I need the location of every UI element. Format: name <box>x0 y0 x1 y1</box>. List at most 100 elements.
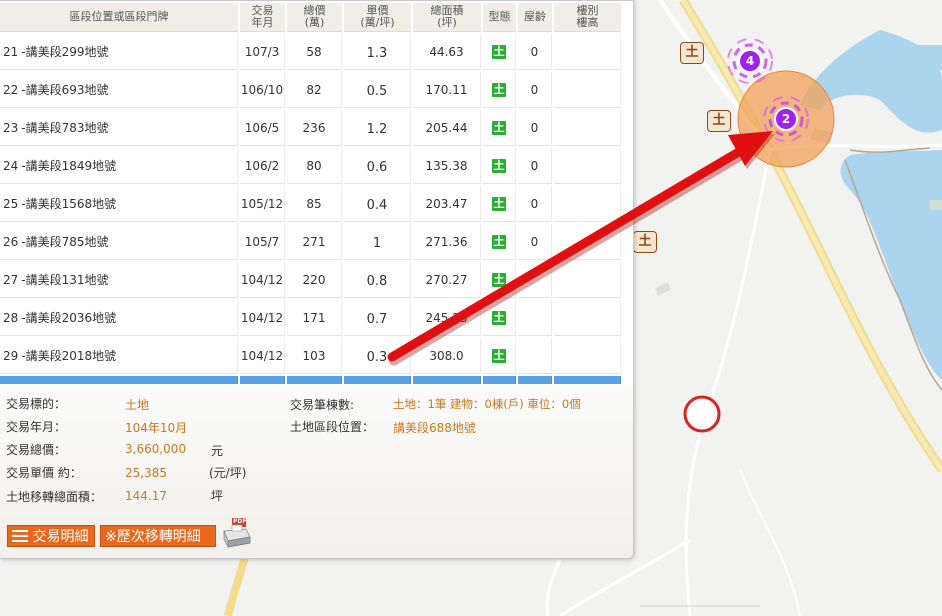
row-floor <box>554 224 621 260</box>
row-area: 170.11 <box>413 72 481 108</box>
column-header: 總面積 (坪) <box>413 3 481 32</box>
land-type-icon: 土 <box>492 45 506 59</box>
row-unit-price: 0.4 <box>344 186 411 222</box>
table-row[interactable]: 23 -講美段783地號 106/5 236 1.2 205.44 土 0 <box>0 110 621 146</box>
row-age: 0 <box>518 186 552 222</box>
row-age <box>518 300 552 336</box>
row-date: 106/2 <box>240 148 285 184</box>
row-floor <box>554 186 621 222</box>
land-marker-icon[interactable]: 土 <box>633 231 657 253</box>
row-number: 29 <box>3 349 19 363</box>
land-type-icon: 土 <box>492 159 506 173</box>
row-area: 308.0 <box>413 338 481 374</box>
row-type: 土 <box>483 262 516 298</box>
area-label: 土地移轉總面積： <box>6 490 103 504</box>
table-row[interactable]: 28 -講美段2036地號 104/12 171 0.7 245.23 土 <box>0 300 621 336</box>
row-address-text: -講美段693地號 <box>21 83 109 97</box>
row-floor <box>554 148 621 184</box>
land-type-icon: 土 <box>492 349 506 363</box>
column-header: 單價 (萬/坪) <box>344 3 411 32</box>
row-age: 0 <box>518 148 552 184</box>
row-floor <box>554 72 621 108</box>
count-label: 交易筆棟數: <box>290 398 355 412</box>
row-unit-price: 1.3 <box>344 34 411 70</box>
transaction-table: 區段位置或區段門牌 交易 年月 總價 (萬) 單價 (萬/坪) 總面積 (坪) 型態 屋齡樓… <box>0 1 623 414</box>
row-total-price: 271 <box>287 224 342 260</box>
unit-price-value: 25,385 <box>125 466 167 480</box>
row-total-price: 85 <box>287 186 342 222</box>
land-marker-icon[interactable]: 土 <box>707 110 731 132</box>
table-row[interactable]: 21 -講美段299地號 107/3 58 1.3 44.63 土 0 <box>0 34 621 70</box>
transaction-detail: 交易標的： 土地 交易年月： 104年10月 交易總價： 3,660,000 元… <box>0 384 633 558</box>
land-type-icon: 土 <box>492 83 506 97</box>
transfer-history-button[interactable]: ※歷次移轉明細 <box>100 525 216 547</box>
row-type: 土 <box>483 110 516 146</box>
target-label: 交易標的： <box>6 397 67 411</box>
area-unit: 坪 <box>211 489 224 503</box>
row-address-text: -講美段299地號 <box>21 45 109 59</box>
row-floor <box>554 338 621 374</box>
row-total-price: 171 <box>287 300 342 336</box>
row-address: 21 -講美段299地號 <box>0 34 238 70</box>
total-price-label: 交易總價： <box>6 443 67 457</box>
row-age: 0 <box>518 110 552 146</box>
table-row[interactable]: 25 -講美段1568地號 105/12 85 0.4 203.47 土 0 <box>0 186 621 222</box>
row-address-text: -講美段1568地號 <box>21 197 117 211</box>
transaction-detail-button-label: 交易明細 <box>32 529 89 545</box>
row-age: 0 <box>518 34 552 70</box>
row-floor <box>554 34 621 70</box>
row-number: 26 <box>3 235 19 249</box>
total-price-value: 3,660,000 <box>125 442 187 456</box>
unit-price-unit: (元/坪) <box>209 466 247 480</box>
column-header: 總價 (萬) <box>287 3 342 32</box>
row-address: 25 -講美段1568地號 <box>0 186 238 222</box>
row-address-text: -講美段2036地號 <box>21 311 117 325</box>
date-label: 交易年月： <box>6 420 67 434</box>
table-row[interactable]: 22 -講美段693地號 106/10 82 0.5 170.11 土 0 <box>0 72 621 108</box>
target-value: 土地 <box>125 398 150 412</box>
row-date: 104/12 <box>240 262 285 298</box>
row-area: 271.36 <box>413 224 481 260</box>
date-value: 104年10月 <box>125 421 188 435</box>
row-total-price: 103 <box>287 338 342 374</box>
unit-price-label: 交易單價 約： <box>6 466 82 480</box>
cluster-4-label[interactable]: 4 <box>739 52 761 70</box>
land-type-icon: 土 <box>492 197 506 211</box>
row-number: 22 <box>3 83 19 97</box>
table-row[interactable]: 26 -講美段785地號 105/7 271 1 271.36 土 0 <box>0 224 621 260</box>
transaction-detail-button[interactable]: 交易明細 <box>7 525 95 547</box>
list-icon <box>12 530 28 542</box>
cluster-2-label[interactable]: 2 <box>775 110 797 128</box>
table-row[interactable]: 29 -講美段2018地號 104/12 103 0.3 308.0 土 <box>0 338 621 374</box>
row-address: 24 -講美段1849地號 <box>0 148 238 184</box>
pdf-badge: PDF <box>233 518 247 525</box>
land-marker-icon[interactable]: 土 <box>680 42 704 64</box>
row-type: 土 <box>483 300 516 336</box>
row-date: 106/5 <box>240 110 285 146</box>
table-row[interactable]: 27 -講美段131地號 104/12 220 0.8 270.27 土 <box>0 262 621 298</box>
land-type-icon: 土 <box>492 273 506 287</box>
row-type: 土 <box>483 148 516 184</box>
pdf-print-icon[interactable]: PDF <box>220 517 252 549</box>
location-value: 講美段688地號 <box>393 421 476 435</box>
row-number: 23 <box>3 121 19 135</box>
table-row[interactable]: 24 -講美段1849地號 106/2 80 0.6 135.38 土 0 <box>0 148 621 184</box>
column-header: 區段位置或區段門牌 <box>0 3 238 32</box>
row-number: 27 <box>3 273 19 287</box>
land-type-icon: 土 <box>492 121 506 135</box>
row-address-text: -講美段131地號 <box>21 273 109 287</box>
row-area: 270.27 <box>413 262 481 298</box>
row-address-text: -講美段1849地號 <box>21 159 117 173</box>
row-area: 135.38 <box>413 148 481 184</box>
row-area: 245.23 <box>413 300 481 336</box>
row-unit-price: 1 <box>344 224 411 260</box>
row-age <box>518 338 552 374</box>
row-type: 土 <box>483 224 516 260</box>
column-header: 交易 年月 <box>240 3 285 32</box>
area-value: 144.17 <box>125 489 167 503</box>
row-address: 22 -講美段693地號 <box>0 72 238 108</box>
land-type-icon: 土 <box>492 311 506 325</box>
row-unit-price: 1.2 <box>344 110 411 146</box>
column-header: 樓別 樓高 <box>554 3 621 32</box>
row-floor <box>554 300 621 336</box>
